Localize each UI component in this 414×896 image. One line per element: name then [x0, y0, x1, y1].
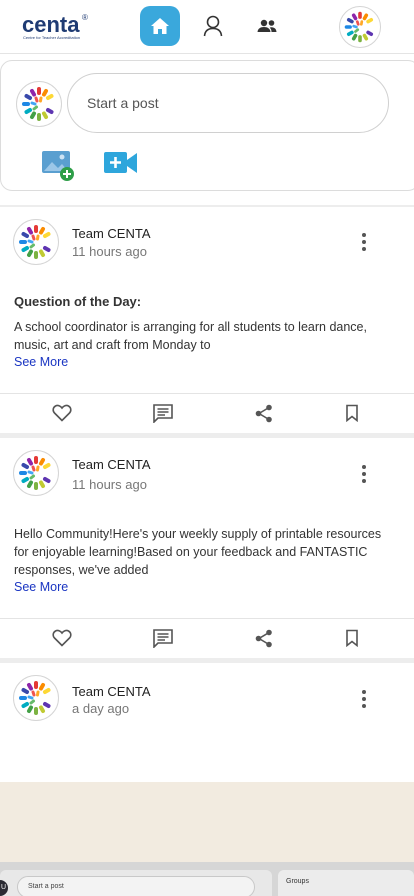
post-time: a day ago	[72, 701, 130, 716]
preview-start-post-input: Start a post	[17, 876, 255, 896]
centa-avatar-icon	[16, 222, 56, 262]
add-video-icon	[104, 152, 137, 173]
top-navigation: centa ® Centre for Teacher Accreditation	[0, 0, 414, 54]
add-video-button[interactable]	[104, 150, 138, 176]
like-icon[interactable]	[51, 627, 73, 649]
add-photo-button[interactable]	[41, 149, 75, 181]
preview-groups-label: Groups	[286, 878, 309, 885]
composer-avatar[interactable]	[16, 81, 62, 127]
post-body: Hello Community!Here's your weekly suppl…	[14, 527, 382, 577]
share-icon[interactable]	[253, 402, 275, 424]
bookmark-icon[interactable]	[341, 402, 363, 424]
share-icon[interactable]	[253, 627, 275, 649]
feed-post: Team CENTA a day ago	[0, 663, 414, 782]
post-author[interactable]: Team CENTA	[72, 457, 151, 472]
more-options-icon[interactable]	[356, 463, 372, 485]
more-options-icon[interactable]	[356, 231, 372, 253]
post-author[interactable]: Team CENTA	[72, 684, 151, 699]
logo-wordmark: centa	[22, 12, 80, 37]
comment-icon[interactable]	[152, 402, 174, 424]
bookmark-icon[interactable]	[341, 627, 363, 649]
add-photo-icon	[42, 151, 74, 181]
groups-icon	[257, 19, 277, 32]
post-time: 11 hours ago	[72, 477, 147, 492]
centa-logo[interactable]: centa ® Centre for Teacher Accreditation	[22, 13, 92, 43]
see-more-link[interactable]: See More	[14, 355, 68, 369]
user-avatar[interactable]	[339, 6, 381, 48]
post-body: A school coordinator is arranging for al…	[14, 320, 367, 352]
post-avatar[interactable]	[13, 450, 59, 496]
logo-registered-mark: ®	[82, 13, 88, 22]
post-action-bar	[0, 618, 414, 656]
post-composer	[0, 60, 414, 191]
feed-post: Team CENTA 11 hours ago Hello Community!…	[0, 438, 414, 658]
post-time: 11 hours ago	[72, 244, 147, 259]
nav-profile-button[interactable]	[193, 6, 233, 46]
see-more-link[interactable]: See More	[14, 580, 68, 594]
post-author[interactable]: Team CENTA	[72, 226, 151, 241]
home-icon	[151, 18, 169, 34]
centa-avatar-icon	[342, 9, 378, 45]
profile-icon	[203, 15, 223, 37]
post-action-bar	[0, 393, 414, 431]
nav-home-button[interactable]	[140, 6, 180, 46]
more-options-icon[interactable]	[356, 688, 372, 710]
start-post-input[interactable]	[67, 73, 389, 133]
comment-icon[interactable]	[152, 627, 174, 649]
post-avatar[interactable]	[13, 219, 59, 265]
nav-groups-button[interactable]	[247, 6, 287, 46]
page-background	[0, 782, 414, 862]
centa-avatar-icon	[16, 453, 56, 493]
feed-post: Team CENTA 11 hours ago Question of the …	[0, 207, 414, 433]
centa-avatar-icon	[16, 678, 56, 718]
like-icon[interactable]	[51, 402, 73, 424]
post-avatar[interactable]	[13, 675, 59, 721]
post-heading: Question of the Day:	[14, 294, 142, 309]
centa-avatar-icon	[19, 84, 59, 124]
logo-tagline: Centre for Teacher Accreditation	[23, 35, 81, 40]
